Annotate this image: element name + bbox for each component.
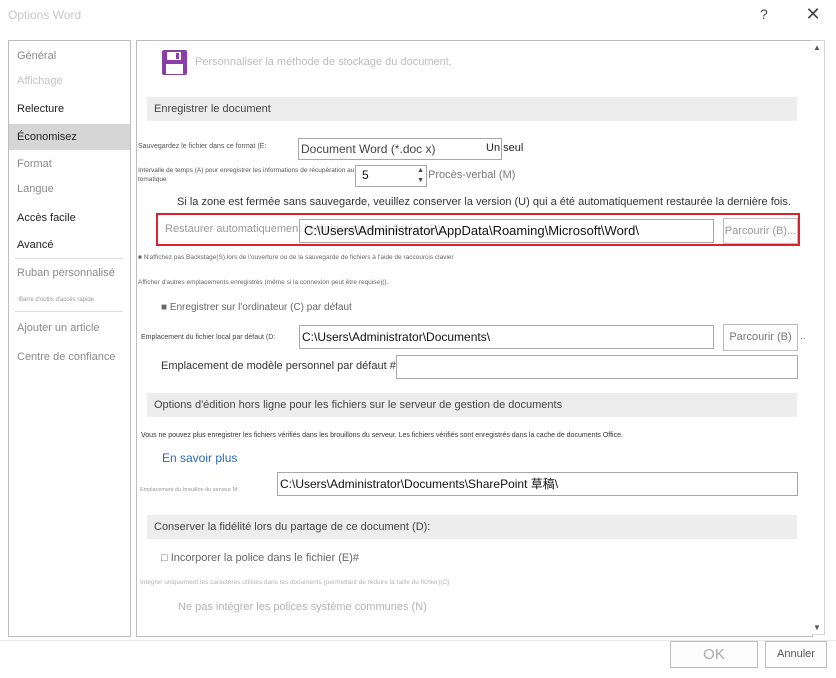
keep-last-version-checkbox[interactable]: Si la zone est fermée sans sauvegarde, v… [177, 196, 791, 208]
template-location-label: Emplacement de modèle personnel par défa… [161, 360, 399, 372]
template-location-input[interactable] [396, 355, 798, 379]
section-header-save-document: Enregistrer le document [147, 97, 797, 121]
highlight-box [156, 213, 800, 246]
sidebar-item-quick-access[interactable]: Barre d'outils d'accès rapide [11, 295, 132, 305]
browse-local-button[interactable]: Parcourir (B) [723, 324, 798, 351]
sidebar-item-general[interactable]: Général [9, 43, 130, 69]
browse-local-suffix: .. [800, 331, 806, 342]
sidebar-item-language[interactable]: Langue [9, 176, 130, 202]
section-header-offline-editing: Options d'édition hors ligne pour les fi… [147, 393, 797, 417]
sidebar-divider [15, 311, 123, 312]
no-system-fonts-checkbox[interactable]: Ne pas intégrer les polices système comm… [178, 601, 427, 613]
sidebar-item-accessibility[interactable]: Accès facile [9, 205, 130, 231]
server-drafts-input[interactable]: C:\Users\Administrator\Documents\SharePo… [277, 472, 798, 496]
save-to-computer-checkbox[interactable]: ■ Enregistrer sur l'ordinateur (C) par d… [161, 302, 352, 313]
window-title: Options Word [8, 8, 82, 22]
ok-button[interactable]: OK [670, 641, 758, 668]
save-format-dropdown[interactable]: Document Word (*.doc x) [298, 138, 502, 160]
scroll-down-icon[interactable]: ▼ [813, 623, 821, 632]
floppy-disk-icon [162, 50, 187, 75]
show-other-locations-checkbox[interactable]: Afficher d'autres emplacements enregistr… [138, 279, 388, 286]
backstage-checkbox[interactable]: ■ N'affichez pas Backstage(S) lors de l'… [138, 254, 454, 261]
help-button[interactable]: ? [760, 6, 768, 22]
sidebar-item-format[interactable]: Format [9, 151, 130, 177]
sidebar-item-proofing[interactable]: Relecture [9, 96, 130, 122]
section-header-fidelity: Conserver la fidélité lors du partage de… [147, 515, 797, 539]
local-location-input[interactable]: C:\Users\Administrator\Documents\ [299, 325, 714, 349]
autorecover-interval-stepper[interactable]: 5 ▲ ▼ [355, 165, 427, 187]
close-button[interactable]: ✕ [804, 4, 822, 24]
embed-fonts-checkbox[interactable]: □ Incorporer la police dans le fichier (… [161, 552, 359, 564]
page-title: Personnaliser la méthode de stockage du … [195, 56, 452, 68]
sidebar-divider [15, 258, 123, 259]
embed-used-chars-checkbox[interactable]: Intégrer uniquement les caractères utili… [140, 579, 449, 586]
learn-more-link[interactable]: En savoir plus [162, 451, 237, 465]
sidebar: Général Affichage Relecture Économisez F… [8, 40, 131, 637]
sidebar-item-customize-ribbon[interactable]: Ruban personnalisé [9, 260, 130, 286]
autorecover-interval-label: Intervalle de temps (A) pour enregistrer… [138, 167, 357, 183]
save-format-suffix: Un seul [486, 142, 524, 154]
stepper-up-icon[interactable]: ▲ [417, 167, 424, 174]
sidebar-item-advanced[interactable]: Avancé [9, 232, 130, 258]
sidebar-item-trust-center[interactable]: Centre de confiance [9, 344, 130, 370]
local-location-label: Emplacement du fichier local par défaut … [141, 334, 276, 341]
sidebar-item-display[interactable]: Affichage [9, 68, 130, 94]
sidebar-item-save[interactable]: Économisez [9, 124, 130, 150]
scroll-up-icon[interactable]: ▲ [813, 43, 821, 52]
offline-info-text: Vous ne pouvez plus enregistrer les fich… [141, 432, 623, 439]
cancel-button[interactable]: Annuler [765, 641, 827, 668]
sidebar-item-add-ins[interactable]: Ajouter un article [9, 315, 130, 341]
autorecover-interval-unit: Procès-verbal (M) [428, 169, 516, 181]
vertical-scrollbar[interactable]: ▲ ▼ [811, 40, 825, 635]
autorecover-interval-value: 5 [362, 168, 369, 182]
stepper-down-icon[interactable]: ▼ [417, 177, 424, 184]
server-drafts-label: Emplacement du brouillon du serveur M: [140, 487, 239, 493]
save-format-label: Sauvegardez le fichier dans ce format (E… [138, 143, 267, 150]
